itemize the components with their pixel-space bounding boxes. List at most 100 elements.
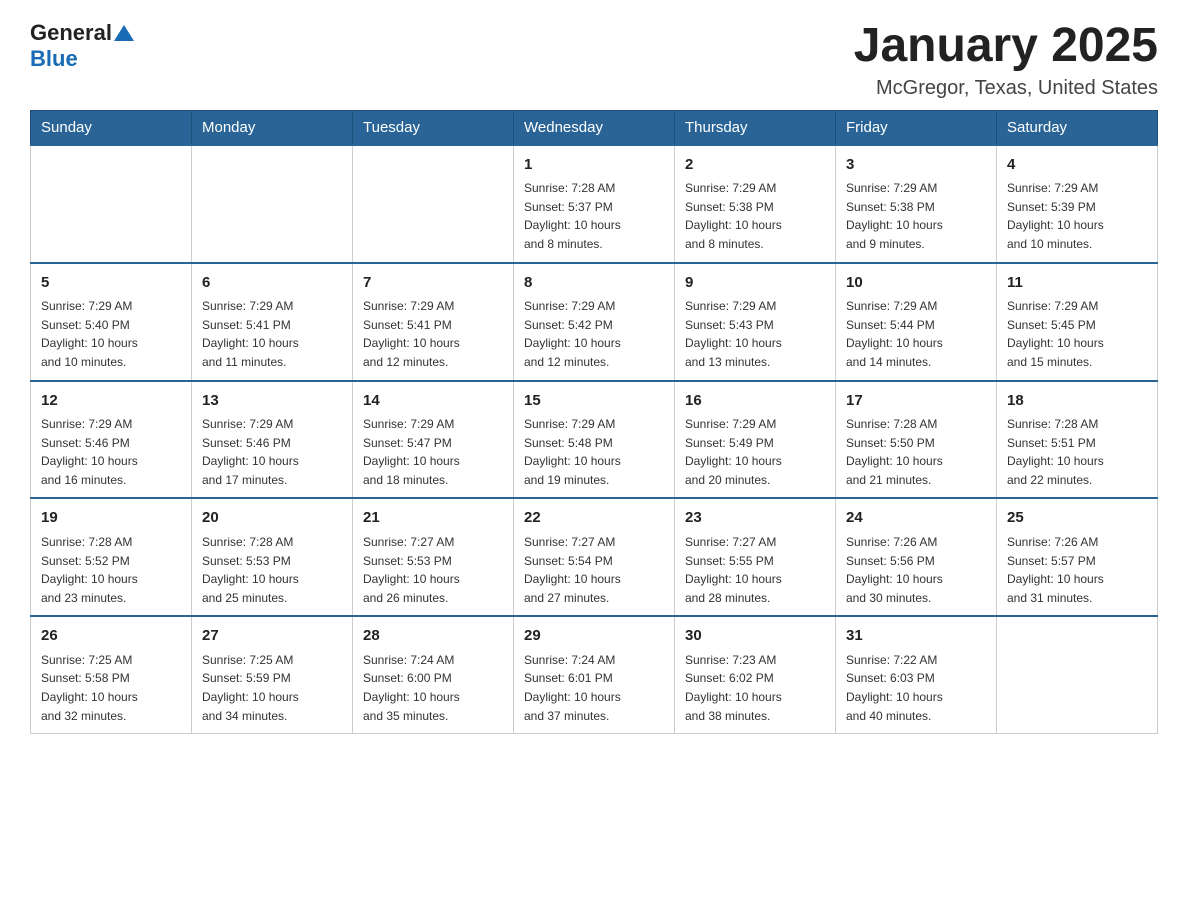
page-header: General Blue January 2025 McGregor, Texa… [30,20,1158,100]
weekday-header-sunday: Sunday [31,110,192,145]
day-info: Sunrise: 7:28 AMSunset: 5:53 PMDaylight:… [202,533,342,607]
calendar-cell: 19 Sunrise: 7:28 AMSunset: 5:52 PMDayligh… [31,498,192,616]
day-info: Sunrise: 7:29 AMSunset: 5:38 PMDaylight:… [846,179,986,253]
day-info: Sunrise: 7:28 AMSunset: 5:52 PMDaylight:… [41,533,181,607]
day-number: 19 [41,507,181,530]
day-number: 8 [524,272,664,295]
calendar-cell: 10Sunrise: 7:29 AMSunset: 5:44 PMDayligh… [836,263,997,381]
calendar-cell: 18Sunrise: 7:28 AMSunset: 5:51 PMDayligh… [997,381,1158,499]
day-info: Sunrise: 7:25 AMSunset: 5:59 PMDaylight:… [202,651,342,725]
day-number: 31 [846,625,986,648]
day-number: 20 [202,507,342,530]
day-info: Sunrise: 7:29 AMSunset: 5:40 PMDaylight:… [41,297,181,371]
day-number: 5 [41,272,181,295]
weekday-header-thursday: Thursday [675,110,836,145]
calendar-cell: 3Sunrise: 7:29 AMSunset: 5:38 PMDaylight… [836,145,997,263]
calendar-cell [353,145,514,263]
day-number: 10 [846,272,986,295]
day-info: Sunrise: 7:29 AMSunset: 5:47 PMDaylight:… [363,415,503,489]
calendar-subtitle: McGregor, Texas, United States [854,77,1158,100]
day-number: 12 [41,390,181,413]
day-number: 15 [524,390,664,413]
day-number: 7 [363,272,503,295]
weekday-header-tuesday: Tuesday [353,110,514,145]
day-number: 23 [685,507,825,530]
weekday-header-friday: Friday [836,110,997,145]
calendar-cell: 6Sunrise: 7:29 AMSunset: 5:41 PMDaylight… [192,263,353,381]
calendar-cell: 17Sunrise: 7:28 AMSunset: 5:50 PMDayligh… [836,381,997,499]
logo-general: General [30,20,112,46]
day-number: 14 [363,390,503,413]
day-info: Sunrise: 7:29 AMSunset: 5:39 PMDaylight:… [1007,179,1147,253]
day-info: Sunrise: 7:29 AMSunset: 5:49 PMDaylight:… [685,415,825,489]
day-info: Sunrise: 7:29 AMSunset: 5:48 PMDaylight:… [524,415,664,489]
day-info: Sunrise: 7:26 AMSunset: 5:57 PMDaylight:… [1007,533,1147,607]
day-number: 2 [685,154,825,177]
calendar-cell: 9Sunrise: 7:29 AMSunset: 5:43 PMDaylight… [675,263,836,381]
day-info: Sunrise: 7:28 AMSunset: 5:50 PMDaylight:… [846,415,986,489]
calendar-cell: 29Sunrise: 7:24 AMSunset: 6:01 PMDayligh… [514,616,675,733]
calendar-cell [31,145,192,263]
logo: General Blue [30,20,134,72]
day-info: Sunrise: 7:23 AMSunset: 6:02 PMDaylight:… [685,651,825,725]
day-info: Sunrise: 7:29 AMSunset: 5:41 PMDaylight:… [363,297,503,371]
day-number: 27 [202,625,342,648]
calendar-cell: 20 Sunrise: 7:28 AMSunset: 5:53 PMDayligh… [192,498,353,616]
day-number: 16 [685,390,825,413]
calendar-cell: 31Sunrise: 7:22 AMSunset: 6:03 PMDayligh… [836,616,997,733]
calendar-cell: 7Sunrise: 7:29 AMSunset: 5:41 PMDaylight… [353,263,514,381]
weekday-header-monday: Monday [192,110,353,145]
day-number: 3 [846,154,986,177]
day-info: Sunrise: 7:29 AMSunset: 5:46 PMDaylight:… [202,415,342,489]
calendar-cell [997,616,1158,733]
day-info: Sunrise: 7:27 AMSunset: 5:55 PMDaylight:… [685,533,825,607]
calendar-cell: 26 Sunrise: 7:25 AMSunset: 5:58 PMDayligh… [31,616,192,733]
calendar-cell: 4Sunrise: 7:29 AMSunset: 5:39 PMDaylight… [997,145,1158,263]
day-number: 9 [685,272,825,295]
day-info: Sunrise: 7:29 AMSunset: 5:38 PMDaylight:… [685,179,825,253]
week-row-5: 26 Sunrise: 7:25 AMSunset: 5:58 PMDayligh… [31,616,1158,733]
weekday-header-wednesday: Wednesday [514,110,675,145]
day-info: Sunrise: 7:24 AMSunset: 6:01 PMDaylight:… [524,651,664,725]
logo-triangle-icon [114,25,134,41]
calendar-cell: 23 Sunrise: 7:27 AMSunset: 5:55 PMDayligh… [675,498,836,616]
day-info: Sunrise: 7:25 AMSunset: 5:58 PMDaylight:… [41,651,181,725]
day-number: 17 [846,390,986,413]
week-row-4: 19 Sunrise: 7:28 AMSunset: 5:52 PMDayligh… [31,498,1158,616]
calendar-cell: 14Sunrise: 7:29 AMSunset: 5:47 PMDayligh… [353,381,514,499]
calendar-cell: 8Sunrise: 7:29 AMSunset: 5:42 PMDaylight… [514,263,675,381]
day-number: 26 [41,625,181,648]
day-info: Sunrise: 7:27 AMSunset: 5:54 PMDaylight:… [524,533,664,607]
day-info: Sunrise: 7:24 AMSunset: 6:00 PMDaylight:… [363,651,503,725]
day-number: 24 [846,507,986,530]
calendar-cell: 21 Sunrise: 7:27 AMSunset: 5:53 PMDayligh… [353,498,514,616]
weekday-header-row: SundayMondayTuesdayWednesdayThursdayFrid… [31,110,1158,145]
calendar-cell: 15Sunrise: 7:29 AMSunset: 5:48 PMDayligh… [514,381,675,499]
day-info: Sunrise: 7:29 AMSunset: 5:44 PMDaylight:… [846,297,986,371]
title-section: January 2025 McGregor, Texas, United Sta… [854,20,1158,100]
calendar-cell: 22 Sunrise: 7:27 AMSunset: 5:54 PMDayligh… [514,498,675,616]
day-info: Sunrise: 7:29 AMSunset: 5:41 PMDaylight:… [202,297,342,371]
calendar-cell [192,145,353,263]
day-info: Sunrise: 7:26 AMSunset: 5:56 PMDaylight:… [846,533,986,607]
logo-blue: Blue [30,46,78,72]
calendar-cell: 1Sunrise: 7:28 AMSunset: 5:37 PMDaylight… [514,145,675,263]
day-number: 28 [363,625,503,648]
calendar-cell: 2Sunrise: 7:29 AMSunset: 5:38 PMDaylight… [675,145,836,263]
day-number: 21 [363,507,503,530]
weekday-header-saturday: Saturday [997,110,1158,145]
day-number: 13 [202,390,342,413]
day-info: Sunrise: 7:29 AMSunset: 5:46 PMDaylight:… [41,415,181,489]
calendar-cell: 5Sunrise: 7:29 AMSunset: 5:40 PMDaylight… [31,263,192,381]
calendar-table: SundayMondayTuesdayWednesdayThursdayFrid… [30,110,1158,734]
day-number: 25 [1007,507,1147,530]
day-number: 22 [524,507,664,530]
day-info: Sunrise: 7:28 AMSunset: 5:37 PMDaylight:… [524,179,664,253]
calendar-title: January 2025 [854,20,1158,73]
week-row-3: 12Sunrise: 7:29 AMSunset: 5:46 PMDayligh… [31,381,1158,499]
day-info: Sunrise: 7:27 AMSunset: 5:53 PMDaylight:… [363,533,503,607]
calendar-cell: 27 Sunrise: 7:25 AMSunset: 5:59 PMDayligh… [192,616,353,733]
day-info: Sunrise: 7:29 AMSunset: 5:43 PMDaylight:… [685,297,825,371]
week-row-1: 1Sunrise: 7:28 AMSunset: 5:37 PMDaylight… [31,145,1158,263]
day-number: 18 [1007,390,1147,413]
